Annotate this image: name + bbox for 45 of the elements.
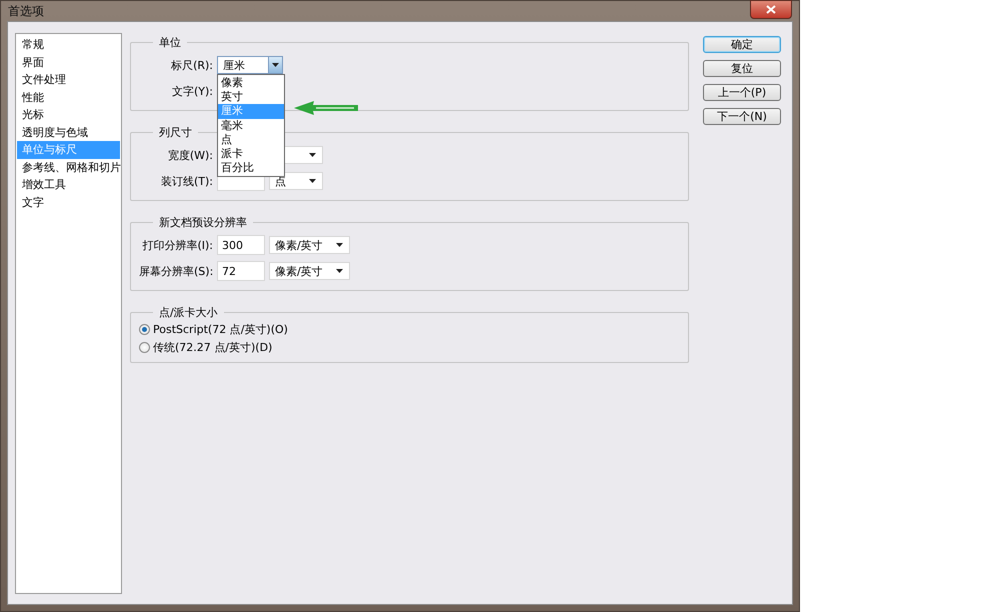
dropdown-option[interactable]: 派卡 — [218, 146, 284, 162]
dropdown-arrow-icon — [335, 242, 344, 248]
group-title: 点/派卡大小 — [158, 305, 219, 320]
field-label: 宽度(W): — [166, 148, 213, 162]
unit-dropdown[interactable]: 点 — [269, 172, 323, 190]
dialog-button[interactable]: 确定 — [703, 36, 781, 53]
field-label: 打印分辨率(I): — [141, 238, 213, 252]
dropdown-arrow-icon — [335, 268, 344, 274]
dropdown-option[interactable]: 毫米 — [218, 118, 284, 133]
group-title: 单位 — [158, 35, 182, 50]
category-item[interactable]: 增效工具 — [17, 176, 120, 194]
field-label: 标尺(R): — [170, 58, 213, 72]
window-title: 首选项 — [8, 2, 44, 20]
input-field[interactable]: 72 — [217, 261, 265, 281]
category-item[interactable]: 参考线、网格和切片 — [17, 158, 120, 176]
group-title: 列尺寸 — [158, 125, 193, 140]
group-title: 新文档预设分辨率 — [158, 215, 248, 230]
dialog-button[interactable]: 上一个(P) — [703, 84, 781, 101]
unit-dropdown[interactable]: 像素/英寸 — [269, 262, 350, 280]
close-button[interactable] — [750, 0, 792, 18]
category-item[interactable]: 光标 — [17, 106, 120, 124]
field-label: 文字(Y): — [170, 84, 213, 98]
field-label: 装订线(T): — [160, 174, 213, 188]
category-item[interactable]: 文字 — [17, 194, 120, 211]
dialog-button[interactable]: 复位 — [703, 60, 781, 77]
category-item[interactable]: 界面 — [17, 54, 120, 71]
dropdown-option[interactable]: 英寸 — [218, 90, 284, 104]
category-item[interactable]: 性能 — [17, 88, 120, 106]
dropdown-arrow-icon — [308, 152, 317, 158]
dropdown-option[interactable]: 像素 — [218, 76, 284, 90]
input-field[interactable]: 300 — [217, 235, 265, 255]
radio-label[interactable]: 传统(72.27 点/英寸)(D) — [153, 340, 272, 354]
dropdown-arrow-icon — [272, 62, 279, 68]
radio-button[interactable] — [139, 324, 150, 334]
dropdown-arrow-icon — [308, 178, 317, 184]
dropdown-option[interactable]: 点 — [218, 132, 284, 147]
category-item[interactable]: 常规 — [17, 36, 120, 54]
dialog-button[interactable]: 下一个(N) — [703, 108, 781, 125]
category-item[interactable]: 文件处理 — [17, 71, 120, 88]
close-icon — [766, 4, 776, 14]
radio-label[interactable]: PostScript(72 点/英寸)(O) — [153, 322, 288, 336]
field-label: 屏幕分辨率(S): — [139, 264, 213, 278]
radio-button[interactable] — [139, 342, 150, 352]
category-item[interactable]: 透明度与色域 — [17, 124, 120, 141]
unit-dropdown[interactable]: 像素/英寸 — [269, 236, 350, 254]
